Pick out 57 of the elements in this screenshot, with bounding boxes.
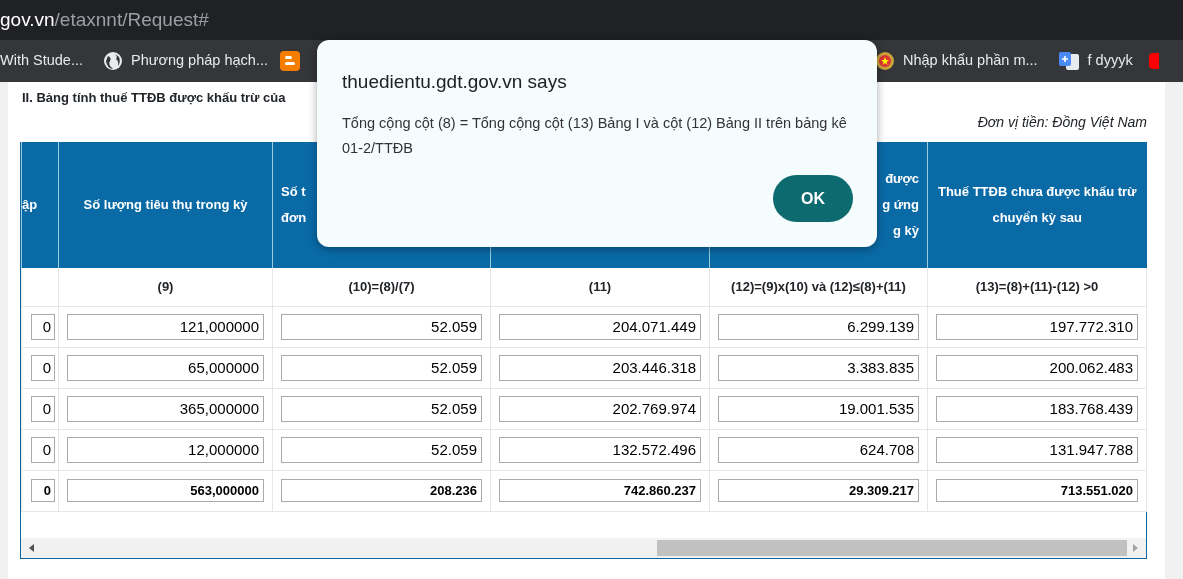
number-field[interactable]: 29.309.217	[718, 479, 919, 502]
translate-icon[interactable]	[1057, 51, 1080, 71]
number-field[interactable]: 0	[31, 395, 55, 422]
number-field[interactable]: 563,000000	[67, 479, 264, 502]
number-field[interactable]: 65,000000	[67, 354, 264, 381]
blogger-icon[interactable]	[279, 51, 300, 71]
currency-note: Đơn vị tiền: Đồng Việt Nam	[977, 114, 1147, 130]
column-formula: (9)	[157, 279, 174, 294]
column-header: Số t	[281, 184, 306, 199]
column-formula: (13)=(8)+(11)-(12) >0	[975, 279, 1099, 294]
globe-icon[interactable]	[103, 51, 123, 71]
number-field[interactable]: 202.769.974	[499, 395, 701, 422]
video-icon[interactable]	[1148, 53, 1159, 69]
number-field[interactable]: 52.059	[281, 395, 482, 422]
number-field[interactable]: 131.947.788	[936, 436, 1138, 463]
bookmark-link[interactable]: Phương pháp hạch...	[131, 50, 268, 72]
number-field[interactable]: 0	[31, 479, 55, 502]
number-field[interactable]: 713.551.020	[936, 479, 1138, 502]
column-header: đơn	[281, 210, 307, 225]
number-field[interactable]: 0	[31, 313, 55, 340]
column-header: Thuế TTĐB chưa được khấu trừ chuyển kỳ sau	[937, 184, 1137, 225]
number-field[interactable]: 52.059	[281, 313, 482, 340]
number-field[interactable]: 12,000000	[67, 436, 264, 463]
number-field[interactable]: 208.236	[281, 479, 482, 502]
address-bar[interactable]: gov.vn/etaxnnt/Request#	[0, 0, 1183, 40]
column-formula: (10)=(8)/(7)	[348, 279, 415, 294]
column-header: g ứng	[882, 197, 919, 212]
number-field[interactable]: 121,000000	[67, 313, 264, 340]
column-header: ập	[22, 197, 38, 212]
column-header: được	[885, 171, 919, 186]
number-field[interactable]: 6.299.139	[718, 313, 919, 340]
number-field[interactable]: 52.059	[281, 354, 482, 381]
column-formula: (12)=(9)x(10) và (12)≤(8)+(11)	[731, 279, 906, 294]
number-field[interactable]: 624.708	[718, 436, 919, 463]
ok-button[interactable]: OK	[773, 175, 853, 222]
number-field[interactable]: 0	[31, 436, 55, 463]
number-field[interactable]: 203.446.318	[499, 354, 701, 381]
dialog-title: thuedientu.gdt.gov.vn says	[342, 70, 568, 94]
bookmark-link[interactable]: f dyyyk	[1087, 50, 1133, 72]
number-field[interactable]: 52.059	[281, 436, 482, 463]
number-field[interactable]: 183.768.439	[936, 395, 1138, 422]
number-field[interactable]: 132.572.496	[499, 436, 701, 463]
number-field[interactable]: 3.383.835	[718, 354, 919, 381]
column-formula: (11)	[588, 279, 612, 294]
number-field[interactable]: 204.071.449	[499, 313, 701, 340]
column-header: g kỳ	[893, 223, 919, 238]
number-field[interactable]: 0	[31, 354, 55, 381]
number-field[interactable]: 200.062.483	[936, 354, 1138, 381]
section-heading: II. Bảng tính thuế TTĐB được khấu trừ của	[22, 90, 286, 105]
number-field[interactable]: 197.772.310	[936, 313, 1138, 340]
column-header: Số lượng tiêu thụ trong kỳ	[83, 197, 248, 212]
number-field[interactable]: 742.860.237	[499, 479, 701, 502]
number-field[interactable]: 365,000000	[67, 395, 264, 422]
number-field[interactable]: 19.001.535	[718, 395, 919, 422]
bookmark-link[interactable]: Nhập khẩu phần m...	[902, 50, 1038, 72]
bookmark-link[interactable]: With Stude...	[0, 50, 83, 72]
dialog-message: Tổng cộng cột (8) = Tổng cộng cột (13) Bảng I và cột (12) Bảng II trên bảng kê 01-2/TTĐB	[342, 113, 847, 158]
